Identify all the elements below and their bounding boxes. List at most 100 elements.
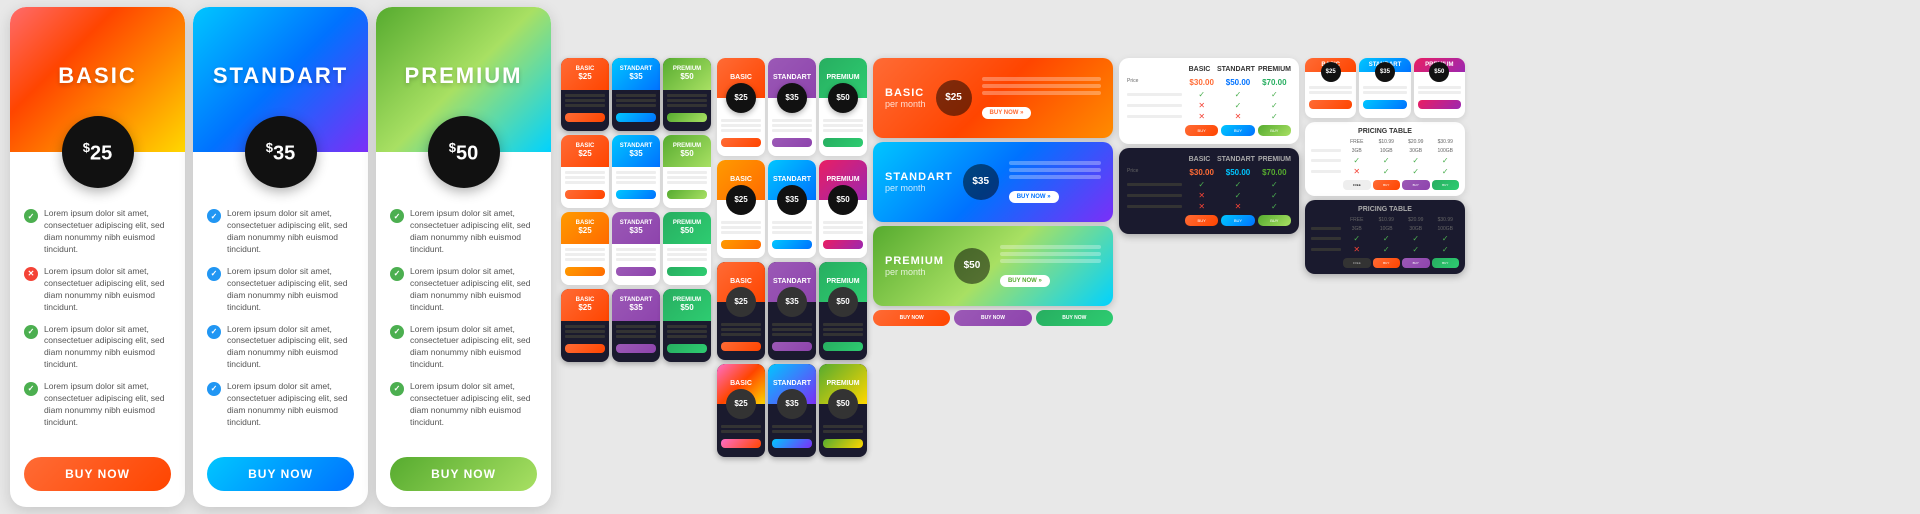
dark-comp-standart-btn[interactable]: BUY — [1221, 215, 1254, 226]
dark-comp-basic-btn[interactable]: BUY — [1185, 215, 1218, 226]
dark3-basic-btn[interactable] — [721, 342, 761, 351]
circle-premium: PREMIUM $50 — [819, 58, 867, 156]
comp-row-2: ✕ ✓ ✓ — [1127, 101, 1291, 110]
circle-standart-price: $35 — [777, 83, 807, 113]
basic-card: BASIC $25 ✓ Lorem ipsum dolor sit amet, … — [10, 7, 185, 506]
free-btn[interactable]: FREE — [1343, 180, 1371, 190]
comp-col-basic: BASIC — [1185, 66, 1214, 73]
comp-btn-row: BUY BUY BUY — [1127, 125, 1291, 136]
prem-feature-3: ✓ Lorem ipsum dolor sit amet, consectetu… — [390, 324, 537, 372]
standart-banner-btn[interactable]: BUY NOW » — [1009, 191, 1059, 203]
rainbow-basic-btn[interactable] — [721, 439, 761, 448]
premium-buy-button[interactable]: BUY NOW — [390, 457, 537, 491]
dark-prem-line-2 — [667, 99, 707, 102]
premium-banner-btn[interactable]: BUY NOW » — [1000, 275, 1050, 287]
white-standart-header: STANDART $35 — [612, 135, 660, 167]
dark-basic-body — [561, 90, 609, 131]
dark2-premium-btn[interactable] — [667, 344, 707, 353]
tier1-btn[interactable]: BUY — [1373, 180, 1401, 190]
comp-premium-btn[interactable]: BUY — [1258, 125, 1291, 136]
comp-standart-btn[interactable]: BUY — [1221, 125, 1254, 136]
premium-banner: PREMIUM per month $50 BUY NOW » — [873, 226, 1113, 306]
rainbow-premium-btn[interactable] — [823, 439, 863, 448]
price-row: Price $30.00 $50.00 $70.00 — [1127, 78, 1291, 87]
check-icon-prem-3: ✓ — [390, 325, 404, 339]
dark-basic-price: $25 — [578, 72, 591, 81]
dark-tier3-btn[interactable]: BUY — [1432, 258, 1460, 268]
ptag-premium: PREMIUM $50 — [1414, 58, 1465, 118]
dark-premium-btn[interactable] — [667, 113, 707, 122]
basic-price-circle: $25 — [62, 116, 134, 188]
dark-standart-btn[interactable] — [616, 113, 656, 122]
rainbow-standart-btn[interactable] — [772, 439, 812, 448]
dark-basic-header: BASIC $25 — [561, 58, 609, 90]
dark-premium-buy[interactable]: BUY NOW — [1036, 310, 1113, 326]
dark-line-1 — [565, 94, 605, 97]
standart-features: ✓ Lorem ipsum dolor sit amet, consectetu… — [193, 188, 368, 448]
dark2-standart-btn[interactable] — [616, 344, 656, 353]
ptag-basic: BASIC $25 — [1305, 58, 1356, 118]
feature-2: ✕ Lorem ipsum dolor sit amet, consectetu… — [24, 266, 171, 314]
main-pricing-cards: BASIC $25 ✓ Lorem ipsum dolor sit amet, … — [10, 7, 551, 506]
white-premium-btn[interactable] — [667, 190, 707, 199]
dark-prem-line-1 — [667, 94, 707, 97]
check-icon-blue-4: ✓ — [207, 382, 221, 396]
circle-basic-btn[interactable] — [721, 138, 761, 147]
basic-banner-btn[interactable]: BUY NOW » — [982, 107, 1032, 119]
dark-standart-buy[interactable]: BUY NOW — [954, 310, 1031, 326]
comp-row-3: ✕ ✕ ✓ — [1127, 112, 1291, 121]
check-icon-blue: ✓ — [207, 209, 221, 223]
dark-free-btn[interactable]: FREE — [1343, 258, 1371, 268]
purple-standart-btn[interactable] — [616, 267, 656, 276]
ptag-standart-btn[interactable] — [1363, 100, 1406, 109]
ptag-premium-btn[interactable] — [1418, 100, 1461, 109]
std-feature-2: ✓ Lorem ipsum dolor sit amet, consectetu… — [207, 266, 354, 314]
white-standart-btn[interactable] — [616, 190, 656, 199]
dark-mini-row-1: BASIC $25 STANDART $35 — [561, 58, 711, 131]
basic-price: $25 — [83, 140, 112, 166]
comp-basic-btn[interactable]: BUY — [1185, 125, 1218, 136]
dark-price-row: Price $30.00 $50.00 $70.00 — [1127, 168, 1291, 177]
dark3-standart-btn[interactable] — [772, 342, 812, 351]
tier2-btn[interactable]: BUY — [1402, 180, 1430, 190]
circle2-standart-btn[interactable] — [772, 240, 812, 249]
circle2-premium-btn[interactable] — [823, 240, 863, 249]
dark2-basic-btn[interactable] — [565, 344, 605, 353]
standart-title: STANDART — [213, 63, 348, 89]
dark-std-line-3 — [616, 104, 656, 107]
circle-standart-btn[interactable] — [772, 138, 812, 147]
dark-comp-premium-btn[interactable]: BUY — [1258, 215, 1291, 226]
basic-buy-button[interactable]: BUY NOW — [24, 457, 171, 491]
green-premium-btn[interactable] — [667, 267, 707, 276]
dark-btn-row: BUY NOW BUY NOW BUY NOW — [873, 310, 1113, 326]
check-icon-prem-1: ✓ — [390, 209, 404, 223]
dark-basic-btn[interactable] — [565, 113, 605, 122]
prem-feature-2: ✓ Lorem ipsum dolor sit amet, consectetu… — [390, 266, 537, 314]
dark-tier2-btn[interactable]: BUY — [1402, 258, 1430, 268]
standart-buy-button[interactable]: BUY NOW — [207, 457, 354, 491]
premium-price: $50 — [449, 140, 478, 166]
feature-1: ✓ Lorem ipsum dolor sit amet, consectetu… — [24, 208, 171, 256]
comp-col-premium: PREMIUM — [1258, 66, 1291, 73]
ptag-basic-btn[interactable] — [1309, 100, 1352, 109]
dark-std-line-1 — [616, 94, 656, 97]
dark-basic-buy[interactable]: BUY NOW — [873, 310, 950, 326]
dark-tier1-btn[interactable]: BUY — [1373, 258, 1401, 268]
right-pricing-section: BASIC $25 STANDART $35 — [561, 58, 1465, 457]
dark-comp-table: BASIC STANDART PREMIUM Price $30.00 $50.… — [1119, 148, 1299, 234]
circle-row-4: BASIC $25 STANDART $35 — [717, 364, 867, 457]
circle-premium-btn[interactable] — [823, 138, 863, 147]
dark-comp-btn-row: BUY BUY BUY — [1127, 215, 1291, 226]
circle2-basic-btn[interactable] — [721, 240, 761, 249]
tier3-btn[interactable]: BUY — [1432, 180, 1460, 190]
basic-banner: BASIC per month $25 BUY NOW » — [873, 58, 1113, 138]
basic-title: BASIC — [58, 63, 136, 89]
dark3-premium-btn[interactable] — [823, 342, 863, 351]
dark-standart-header: STANDART $35 — [612, 58, 660, 90]
dark-premium-body — [663, 90, 711, 131]
white-premium-header: PREMIUM $50 — [663, 135, 711, 167]
white-basic-btn[interactable] — [565, 190, 605, 199]
comp-row-1: ✓ ✓ ✓ — [1127, 90, 1291, 99]
white-comp-table: BASIC STANDART PREMIUM Price $30.00 $50.… — [1119, 58, 1299, 144]
orange-basic-btn[interactable] — [565, 267, 605, 276]
